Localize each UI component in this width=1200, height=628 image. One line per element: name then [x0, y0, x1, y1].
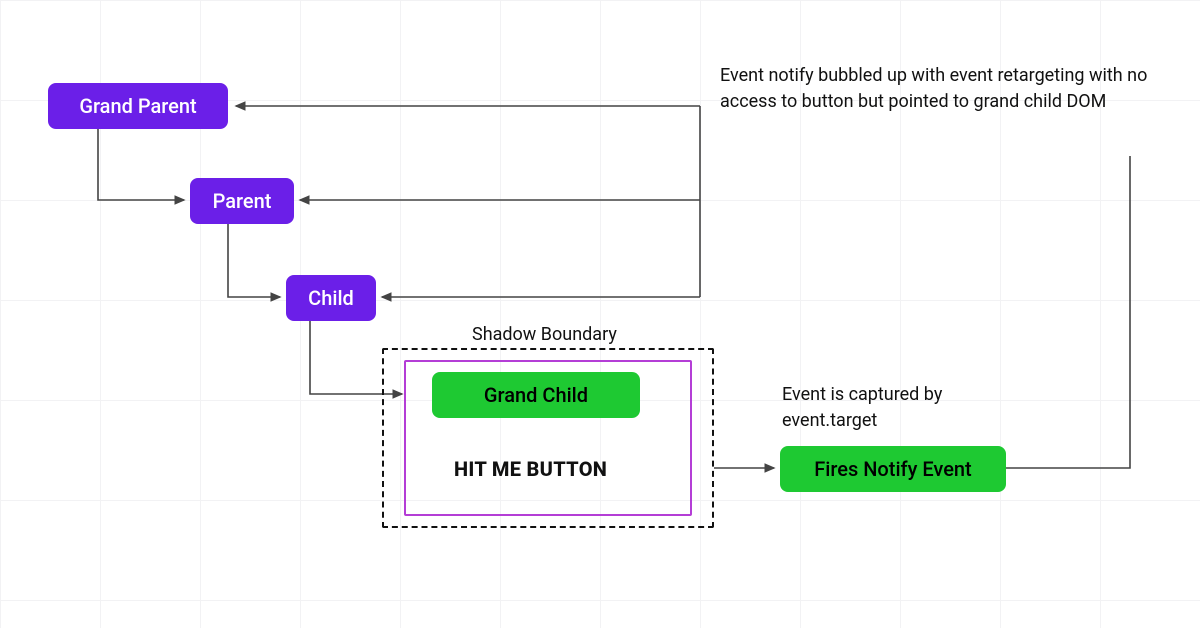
diagram-canvas: Grand Parent Parent Child Shadow Boundar…: [0, 0, 1200, 628]
node-grand-child: Grand Child: [432, 372, 640, 418]
event-bubbled-label: Event notify bubbled up with event retar…: [720, 63, 1150, 115]
node-label: Grand Parent: [79, 94, 196, 118]
node-fires-notify-event: Fires Notify Event: [780, 446, 1006, 492]
node-parent: Parent: [190, 178, 294, 224]
shadow-boundary-label: Shadow Boundary: [472, 322, 617, 348]
node-label: Parent: [213, 189, 272, 213]
event-captured-label: Event is captured by event.target: [782, 382, 1022, 434]
node-label: Fires Notify Event: [814, 457, 971, 481]
node-label: Grand Child: [484, 383, 588, 407]
node-label: Child: [308, 286, 354, 310]
node-child: Child: [286, 275, 376, 321]
node-grand-parent: Grand Parent: [48, 83, 228, 129]
hit-me-button-label: HIT ME BUTTON: [454, 457, 607, 481]
